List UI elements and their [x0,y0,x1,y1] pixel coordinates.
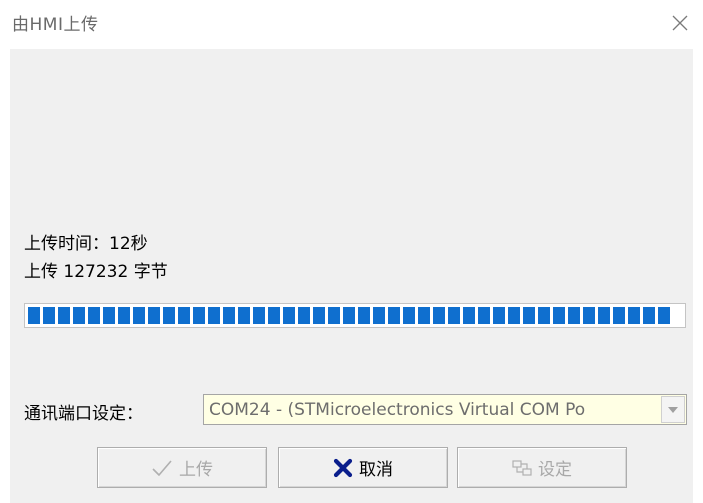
progress-block [238,307,250,324]
progress-block [388,307,400,324]
check-icon [151,458,173,478]
upload-progress-bar [24,303,686,328]
close-icon [671,14,689,32]
progress-block [343,307,355,324]
progress-block [268,307,280,324]
progress-block [358,307,370,324]
progress-block [508,307,520,324]
progress-block [448,307,460,324]
progress-block [583,307,595,324]
upload-button[interactable]: 上传 [97,447,267,488]
progress-block [103,307,115,324]
chevron-down-icon [668,406,678,413]
x-mark-icon [333,458,353,478]
progress-block [283,307,295,324]
progress-fill [28,307,670,324]
progress-block [328,307,340,324]
progress-block [313,307,325,324]
cancel-button-label: 取消 [359,460,393,480]
progress-block [568,307,580,324]
upload-dialog: 由HMI上传 上传时间：12秒 上传 127232 字节 通讯端口设定： COM… [0,0,703,503]
progress-block [463,307,475,324]
progress-block [658,307,670,324]
progress-block [118,307,130,324]
progress-block [493,307,505,324]
progress-block [223,307,235,324]
title-bar: 由HMI上传 [0,0,703,48]
port-label: 通讯端口设定： [24,404,143,424]
progress-block [553,307,565,324]
port-selected-value: COM24 - (STMicroelectronics Virtual COM … [209,400,586,420]
progress-block [538,307,550,324]
progress-block [58,307,70,324]
progress-block [178,307,190,324]
progress-block [133,307,145,324]
progress-block [43,307,55,324]
settings-button-label: 设定 [538,460,572,480]
network-icon [512,459,532,477]
progress-block [253,307,265,324]
progress-block [418,307,430,324]
settings-button[interactable]: 设定 [457,447,627,488]
window-title: 由HMI上传 [12,15,99,35]
progress-block [208,307,220,324]
progress-block [478,307,490,324]
progress-block [28,307,40,324]
progress-block [433,307,445,324]
cancel-button[interactable]: 取消 [278,447,448,488]
progress-block [403,307,415,324]
progress-block [88,307,100,324]
progress-block [523,307,535,324]
progress-block [193,307,205,324]
port-dropdown-button[interactable] [661,396,685,423]
progress-block [598,307,610,324]
progress-block [148,307,160,324]
progress-block [613,307,625,324]
progress-block [73,307,85,324]
upload-time-text: 上传时间：12秒 [24,234,148,254]
port-select[interactable]: COM24 - (STMicroelectronics Virtual COM … [203,394,687,425]
progress-block [643,307,655,324]
progress-block [373,307,385,324]
close-button[interactable] [665,8,695,38]
progress-block [298,307,310,324]
progress-block [163,307,175,324]
progress-block [628,307,640,324]
upload-button-label: 上传 [179,460,213,480]
upload-bytes-text: 上传 127232 字节 [24,262,168,282]
